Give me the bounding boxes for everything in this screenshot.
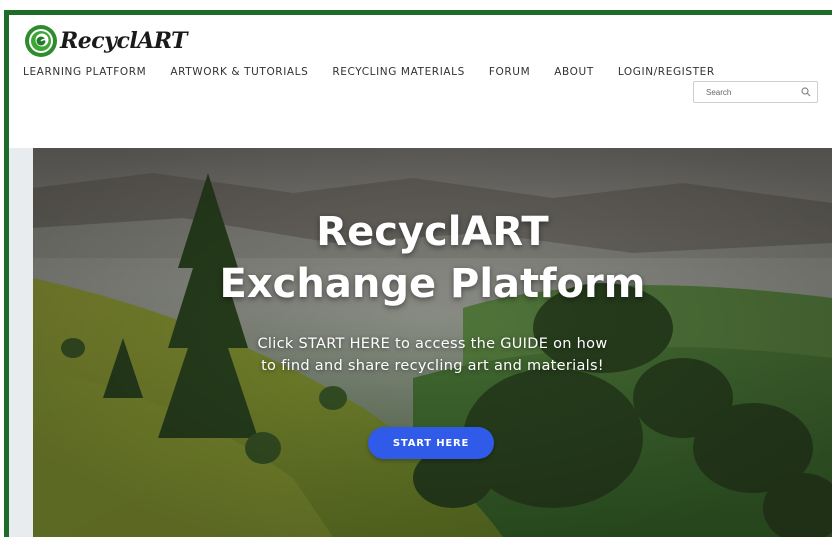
site-logo[interactable]: RecyclART	[24, 24, 188, 58]
main-navigation: LEARNING PLATFORM ARTWORK & TUTORIALS RE…	[23, 66, 739, 80]
hero-subtitle-line-1: Click START HERE to access the GUIDE on …	[257, 336, 608, 352]
logo-text: RecyclART	[60, 28, 188, 54]
nav-item-forum[interactable]: FORUM	[489, 66, 530, 80]
nav-item-about[interactable]: ABOUT	[554, 66, 594, 80]
nav-item-login-register[interactable]: LOGIN/REGISTER	[618, 66, 715, 80]
green-swirl-icon	[25, 25, 57, 57]
nav-item-artwork-tutorials[interactable]: ARTWORK & TUTORIALS	[170, 66, 308, 80]
search-box	[693, 81, 818, 103]
hero-subtitle-line-2: to find and share recycling art and mate…	[261, 358, 604, 374]
start-here-button[interactable]: START HERE	[368, 427, 494, 459]
hero-title-line-1: RecyclART	[316, 209, 549, 255]
nav-item-learning-platform[interactable]: LEARNING PLATFORM	[23, 66, 146, 80]
hero-banner: RecyclART Exchange Platform Click START …	[33, 148, 832, 537]
nav-item-recycling-materials[interactable]: RECYCLING MATERIALS	[332, 66, 465, 80]
hero-title-line-2: Exchange Platform	[219, 261, 646, 307]
hero-title: RecyclART Exchange Platform	[33, 206, 832, 310]
search-input[interactable]	[694, 82, 806, 102]
search-icon[interactable]	[801, 87, 811, 97]
hero-subtitle: Click START HERE to access the GUIDE on …	[33, 333, 832, 377]
